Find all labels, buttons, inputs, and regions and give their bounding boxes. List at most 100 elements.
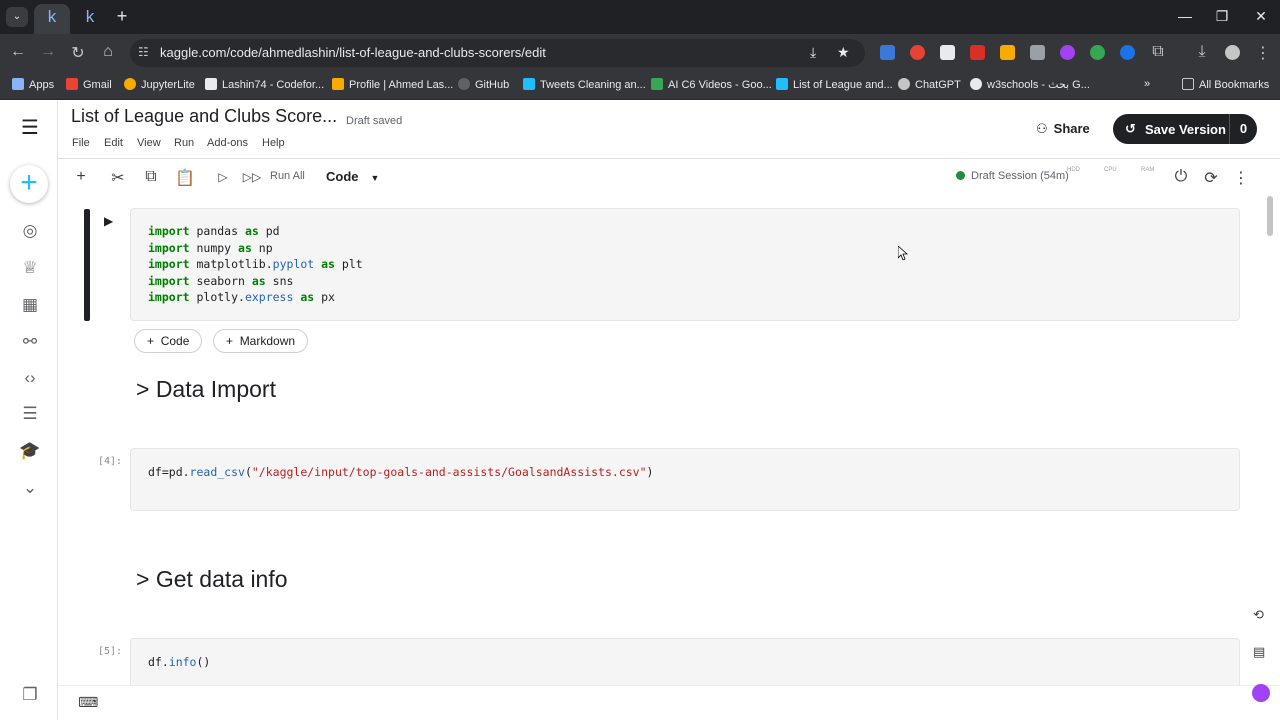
add-markdown-cell-button[interactable]: + Markdown (213, 329, 309, 353)
extension-icon[interactable] (1120, 45, 1135, 60)
menu-addons[interactable]: Add-ons (207, 137, 248, 149)
extension-icon[interactable] (970, 45, 985, 60)
download-icon[interactable]: ⤓ (1192, 43, 1212, 61)
code-editor[interactable]: df=pd.read_csv("/kaggle/input/top-goals-… (148, 464, 653, 481)
discussion-icon[interactable]: ☰ (19, 403, 41, 425)
more-options-icon[interactable]: ⋮ (1231, 168, 1251, 188)
cell-type-dropdown[interactable]: Code ▼ (326, 169, 379, 184)
session-status[interactable]: Draft Session (54m) (956, 170, 1069, 182)
trophy-icon[interactable]: ♕ (19, 257, 41, 279)
tab-search-icon[interactable]: ⌄ (6, 7, 28, 27)
code-editor[interactable]: df.info() (148, 654, 210, 671)
extension-icon[interactable] (880, 45, 895, 60)
learn-icon[interactable]: 🎓 (19, 440, 41, 462)
extension-icon[interactable] (1060, 45, 1075, 60)
bookmark-star-icon[interactable]: ★ (837, 44, 850, 61)
hdd-meter[interactable]: HDD (1067, 167, 1080, 173)
add-cell-icon[interactable]: + (71, 168, 91, 186)
code-icon[interactable]: ‹› (19, 367, 41, 389)
menu-view[interactable]: View (137, 137, 161, 149)
save-version-button[interactable]: ↺ Save Version 0 (1113, 114, 1257, 144)
bookmark-item[interactable]: Tweets Cleaning an... (523, 78, 646, 91)
bookmark-item[interactable]: Profile | Ahmed Las... (332, 78, 453, 91)
code-editor[interactable]: import pandas as pd import numpy as np i… (148, 223, 363, 306)
restore-icon[interactable]: ❐ (1212, 8, 1232, 25)
scrollbar-thumb[interactable] (1267, 196, 1273, 236)
models-icon[interactable]: ⚯ (19, 331, 41, 353)
cpu-meter[interactable]: CPU (1104, 167, 1117, 173)
history-icon: ↺ (1125, 121, 1136, 136)
bookmark-item[interactable]: List of League and... (776, 78, 893, 91)
create-plus-button[interactable]: + (10, 165, 48, 203)
bookmark-item[interactable]: Apps (12, 78, 54, 91)
notebook-title[interactable]: List of League and Clubs Score... (71, 106, 337, 127)
ram-meter[interactable]: RAM (1141, 167, 1154, 173)
bookmark-item[interactable]: JupyterLite (124, 78, 195, 91)
assistant-icon[interactable] (1252, 684, 1270, 702)
google-icon (970, 78, 982, 90)
jupyter-icon (124, 78, 136, 90)
reader-icon[interactable]: ▤ (1253, 644, 1265, 660)
run-all-button[interactable]: Run All (270, 170, 305, 182)
minimize-icon[interactable]: — (1175, 8, 1195, 24)
run-cell-icon[interactable]: ▷ (213, 170, 233, 184)
browser-tab-2[interactable]: k (72, 4, 108, 34)
menu-file[interactable]: File (72, 137, 90, 149)
code-cell[interactable]: df=pd.read_csv("/kaggle/input/top-goals-… (130, 448, 1240, 511)
reload-icon[interactable]: ↻ (68, 43, 88, 63)
restart-icon[interactable]: ⟳ (1201, 168, 1221, 188)
all-bookmarks[interactable]: All Bookmarks (1182, 78, 1269, 91)
profile-avatar[interactable] (1225, 45, 1240, 60)
close-icon[interactable]: ✕ (1251, 8, 1271, 25)
add-code-cell-button[interactable]: + Code (134, 329, 203, 353)
power-icon[interactable]: ⏻ (1171, 168, 1191, 186)
more-bookmarks-icon[interactable]: » (1144, 78, 1150, 90)
run-cell-play-icon[interactable]: ▶ (104, 214, 116, 228)
compass-icon[interactable]: ◎ (19, 220, 41, 242)
browser-toolbar: ← → ↻ ⌂ ☷ kaggle.com/code/ahmedlashin/li… (0, 34, 1280, 72)
menu-help[interactable]: Help (262, 137, 285, 149)
codeforces-icon (205, 78, 217, 90)
back-icon[interactable]: ← (8, 43, 28, 61)
copy-icon[interactable]: ⧉ (141, 168, 161, 186)
forward-icon[interactable]: → (38, 43, 58, 61)
extensions-puzzle-icon[interactable]: ⧉ (1148, 43, 1168, 61)
bookmark-item[interactable]: ChatGPT (898, 78, 961, 91)
bookmark-item[interactable]: w3schools - بحث G... (970, 78, 1090, 91)
share-button[interactable]: ⚇ Share (1036, 121, 1090, 137)
paste-icon[interactable]: 📋 (175, 168, 195, 188)
cut-icon[interactable]: ✂ (108, 168, 128, 188)
markdown-heading[interactable]: > Data Import (136, 376, 276, 403)
site-info-icon[interactable]: ☷ (138, 45, 152, 59)
extension-icon[interactable] (1000, 45, 1015, 60)
bookmark-item[interactable]: GitHub (458, 78, 509, 91)
bookmark-item[interactable]: AI C6 Videos - Goo... (651, 78, 772, 91)
browser-menu-icon[interactable]: ⋮ (1253, 43, 1273, 63)
home-icon[interactable]: ⌂ (98, 43, 118, 61)
run-all-icon[interactable]: ▷▷ (242, 170, 262, 184)
translate-icon[interactable]: ⟲ (1253, 607, 1264, 623)
browser-tab-1[interactable]: k (34, 4, 70, 34)
extension-icon[interactable] (910, 45, 925, 60)
markdown-heading[interactable]: > Get data info (136, 566, 288, 593)
notifications-icon[interactable]: ❐ (19, 684, 41, 706)
bookmark-item[interactable]: Gmail (66, 78, 112, 91)
install-app-icon[interactable]: ⤓ (810, 44, 816, 61)
code-cell[interactable]: import pandas as pd import numpy as np i… (130, 208, 1240, 321)
status-dot (956, 171, 965, 180)
version-count[interactable]: 0 (1229, 114, 1257, 144)
extension-icon[interactable] (1090, 45, 1105, 60)
bookmark-item[interactable]: Lashin74 - Codefor... (205, 78, 324, 91)
execution-count: [4]: (98, 456, 123, 467)
table-icon[interactable]: ▦ (19, 294, 41, 316)
menu-run[interactable]: Run (174, 137, 194, 149)
shield-extension-icon[interactable] (1030, 45, 1045, 60)
console-icon[interactable]: ⌨ (78, 694, 98, 711)
address-bar[interactable]: ☷ kaggle.com/code/ahmedlashin/list-of-le… (130, 39, 865, 67)
menu-edit[interactable]: Edit (104, 137, 123, 149)
left-sidebar: ☰ + ◎ ♕ ▦ ⚯ ‹› ☰ 🎓 ⌄ ❐ (0, 101, 58, 720)
chevron-down-icon[interactable]: ⌄ (19, 477, 41, 499)
extension-icon[interactable] (940, 45, 955, 60)
new-tab-icon[interactable]: + (112, 6, 132, 27)
hamburger-menu-icon[interactable]: ☰ (19, 117, 41, 139)
